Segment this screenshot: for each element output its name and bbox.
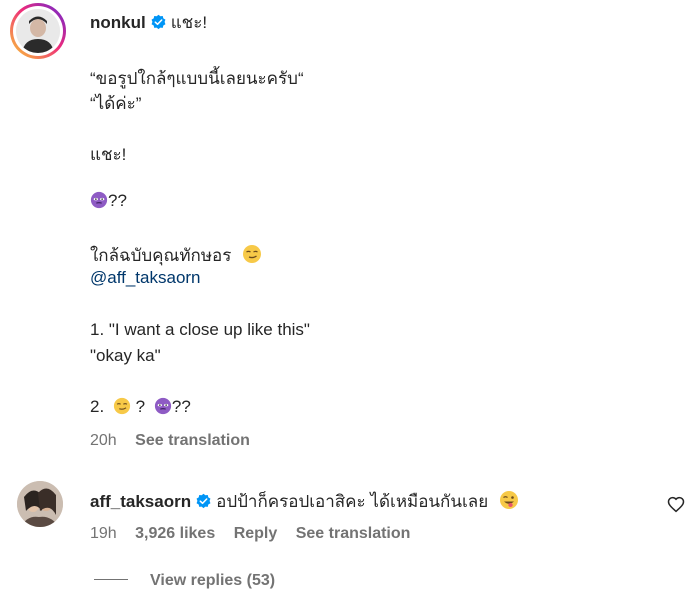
comment-reply-button[interactable]: Reply <box>234 525 278 542</box>
comment-username[interactable]: aff_taksaorn <box>90 492 191 511</box>
caption-line-1: “ขอรูปใกล้ๆแบบนี้เลยนะครับ“ <box>90 69 304 88</box>
comment-header: aff_taksaorn อปป้าก็ครอปเอาสิคะ ได้เหมือน… <box>90 488 519 515</box>
caption-line-5: ใกล้ฉบับคุณทักษอร <box>90 242 262 269</box>
comment-avatar-photo-icon <box>17 481 63 527</box>
smirk-emoji-icon <box>113 397 131 415</box>
avatar-gap <box>13 6 63 56</box>
caption-line-3: แชะ! <box>90 145 127 164</box>
post-meta: 20h See translation <box>90 432 264 450</box>
heart-outline-icon[interactable] <box>667 496 685 514</box>
post-see-translation-button[interactable]: See translation <box>135 432 250 449</box>
post-header: nonkul แชะ! <box>90 9 207 36</box>
caption-question-marks: ?? <box>108 191 127 210</box>
comment-likes-count[interactable]: 3,926 likes <box>135 525 215 542</box>
post-timestamp[interactable]: 20h <box>90 432 117 449</box>
caption-line-8: "okay ka" <box>90 346 161 365</box>
verified-badge-icon <box>196 493 211 509</box>
caption-thai-text: ใกล้ฉบับคุณทักษอร <box>90 246 232 265</box>
caption-first-line: แชะ! <box>170 13 208 32</box>
smirk-emoji-icon <box>243 245 262 263</box>
view-replies-button[interactable]: View replies (53) <box>94 572 275 590</box>
post-avatar-ring[interactable] <box>10 3 66 59</box>
avatar[interactable] <box>16 9 60 53</box>
caption-number-two: 2. <box>90 397 105 416</box>
comment-meta: 19h 3,926 likes Reply See translation <box>90 525 424 543</box>
post-username[interactable]: nonkul <box>90 13 146 32</box>
comment-text: อปป้าก็ครอปเอาสิคะ ได้เหมือนกันเลย <box>216 492 489 511</box>
caption-single-question: ? <box>135 397 146 416</box>
comment-timestamp[interactable]: 19h <box>90 525 117 542</box>
caption-line-7: 1. "I want a close up like this" <box>90 320 310 339</box>
avatar-photo-icon <box>16 9 60 53</box>
purple-face-emoji-icon <box>90 191 108 209</box>
replies-divider <box>94 579 128 580</box>
tongue-wink-emoji-icon <box>499 491 518 509</box>
caption-line-2: “ได้ค่ะ” <box>90 94 142 113</box>
comment-avatar[interactable] <box>17 481 63 527</box>
view-replies-label[interactable]: View replies (53) <box>150 572 275 589</box>
mention-link[interactable]: @aff_taksaorn <box>90 268 201 288</box>
caption-double-question: ?? <box>171 397 191 416</box>
verified-badge-icon <box>151 14 166 30</box>
comment-see-translation-button[interactable]: See translation <box>296 525 411 542</box>
purple-face-emoji-icon <box>154 397 171 415</box>
caption-line-4: ?? <box>90 191 127 211</box>
caption-line-9: 2. ? ?? <box>90 397 191 417</box>
